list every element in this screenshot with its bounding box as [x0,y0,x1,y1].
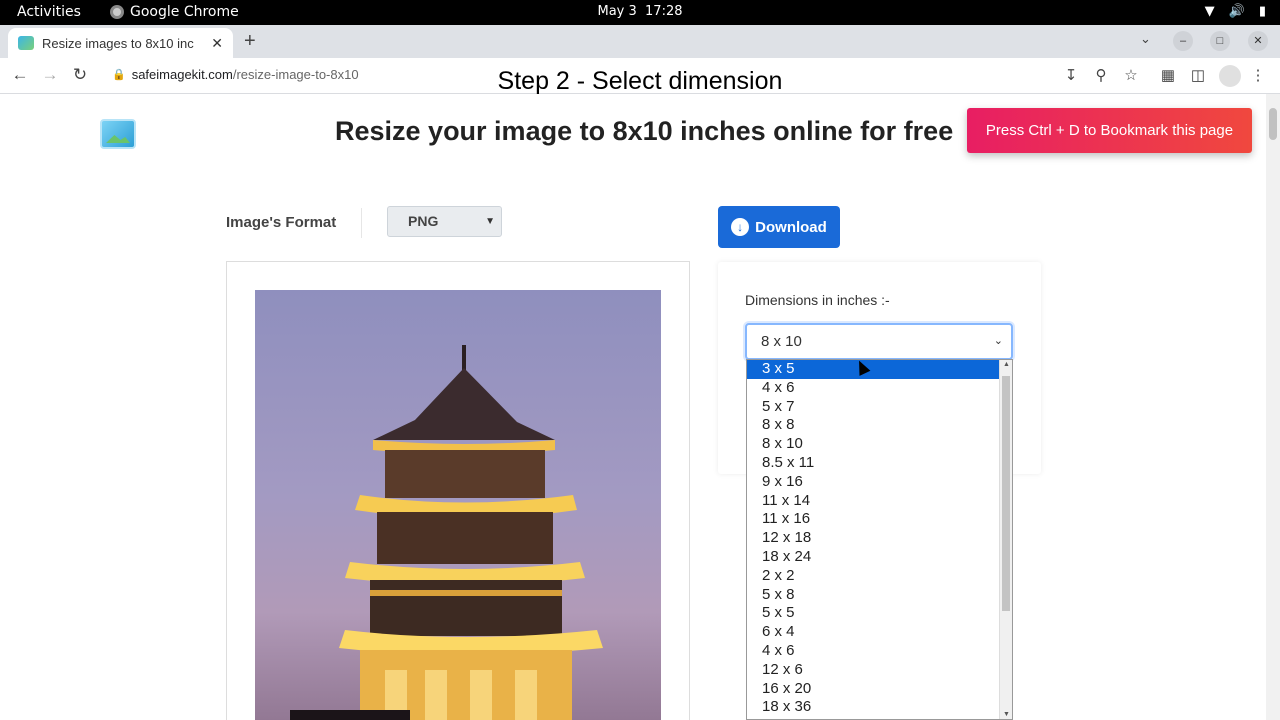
wifi-icon: ▼ [1204,4,1215,19]
chevron-down-icon: ▼ [485,216,495,227]
new-tab-icon[interactable]: + [244,30,256,53]
clock-date: May 3 [597,4,637,19]
minimize-icon[interactable]: – [1173,31,1193,51]
step-caption: Step 2 - Select dimension [497,67,783,95]
dimension-option[interactable]: 4 x 6 [747,642,999,661]
bookmark-star-icon[interactable]: ☆ [1121,66,1141,84]
dimension-option[interactable]: 9 x 16 [747,473,999,492]
chevron-down-icon: ⌄ [993,335,1003,347]
back-icon[interactable]: ← [9,65,31,85]
dimensions-dropdown-list[interactable]: 3 x 54 x 65 x 78 x 88 x 10 8.5 x 11 9 x 16… [746,359,1013,720]
download-icon: ↓ [731,218,750,236]
dimension-option[interactable]: 12 x 6 [747,661,999,680]
dimensions-select[interactable]: 8 x 10 ⌄ [745,323,1013,360]
dimension-option[interactable]: 2 x 2 [747,567,999,586]
web-page: Resize your image to 8x10 inches online … [0,94,1266,720]
page-scrollbar[interactable] [1266,94,1280,720]
forward-icon[interactable]: → [39,65,61,85]
image-preview-card [226,261,690,720]
dimension-option[interactable]: 8.5 x 11 [747,454,999,473]
extensions-icon[interactable]: ▦ [1158,66,1178,84]
dimensions-value: 8 x 10 [761,333,802,350]
bookmark-toast[interactable]: Press Ctrl + D to Bookmark this page [967,108,1252,153]
dimension-option[interactable]: 16 x 20 [747,680,999,699]
format-value: PNG [408,213,439,229]
volume-icon: 🔊 [1228,4,1245,19]
clock[interactable]: May 3 17:28 [597,4,682,19]
url-path: /resize-image-to-8x10 [232,67,359,82]
close-tab-icon[interactable]: ✕ [211,35,223,52]
dimension-option[interactable]: 11 x 16 [747,510,999,529]
maximize-icon[interactable]: □ [1210,31,1230,51]
scroll-up-icon[interactable]: ▲ [1000,361,1012,368]
site-logo-icon[interactable] [100,119,136,149]
dimension-option[interactable]: 5 x 7 [747,398,999,417]
share-icon[interactable]: ⚲ [1091,66,1111,84]
scrollbar-thumb[interactable] [1269,108,1277,140]
activities-button[interactable]: Activities [17,4,81,20]
clock-time: 17:28 [645,4,683,19]
system-tray[interactable]: ▼ 🔊 ▮ [1205,4,1266,19]
power-icon: ▮ [1258,4,1266,19]
address-bar[interactable]: 🔒 safeimagekit.com/resize-image-to-8x10 [112,67,359,82]
tab-strip: Resize images to 8x10 inc ✕ + ⌄ – □ ✕ [0,25,1280,58]
os-top-bar: Activities Google Chrome May 3 17:28 ▼ 🔊… [0,0,1280,25]
dimension-option[interactable]: 3 x 5 [747,360,999,379]
install-icon[interactable]: ↧ [1061,66,1081,84]
dimension-option[interactable]: 18 x 36 [747,698,999,717]
menu-icon[interactable]: ⋮ [1248,66,1268,84]
url-domain: safeimagekit.com [131,67,233,82]
app-name: Google Chrome [130,4,239,20]
browser-tab[interactable]: Resize images to 8x10 inc ✕ [8,28,233,58]
download-label: Download [755,218,827,236]
format-select[interactable]: PNG ▼ [387,206,502,237]
side-panel-icon[interactable]: ◫ [1188,66,1208,84]
tab-title: Resize images to 8x10 inc [42,35,194,51]
scroll-down-icon[interactable]: ▼ [1000,711,1012,718]
favicon-icon [18,36,34,50]
dimension-option[interactable]: 12 x 18 [747,529,999,548]
profile-avatar[interactable] [1219,65,1241,87]
lock-icon: 🔒 [112,69,126,81]
chevron-down-icon[interactable]: ⌄ [1140,31,1151,47]
preview-image [255,290,661,720]
dimension-option[interactable]: 5 x 5 [747,604,999,623]
chrome-icon [110,5,124,19]
page-title: Resize your image to 8x10 inches online … [335,116,954,146]
dimensions-label: Dimensions in inches :- [745,292,890,308]
reload-icon[interactable]: ↻ [69,65,91,85]
dimension-option[interactable]: 5 x 8 [747,586,999,605]
dimension-option[interactable]: 11 x 14 [747,492,999,511]
scrollbar-thumb[interactable] [1002,376,1010,611]
format-label: Image's Format [226,214,337,231]
dimension-option[interactable]: 8 x 10 [747,435,999,454]
dimension-option[interactable]: 6 x 4 [747,623,999,642]
download-button[interactable]: ↓ Download [718,206,840,248]
dropdown-scrollbar[interactable]: ▲ ▼ [999,360,1012,719]
close-window-icon[interactable]: ✕ [1248,31,1268,51]
divider [361,208,362,238]
dimension-option[interactable]: 4 x 6 [747,379,999,398]
dimension-option[interactable]: 8 x 8 [747,416,999,435]
app-menu[interactable]: Google Chrome [110,4,239,20]
dimension-option[interactable]: 18 x 24 [747,548,999,567]
